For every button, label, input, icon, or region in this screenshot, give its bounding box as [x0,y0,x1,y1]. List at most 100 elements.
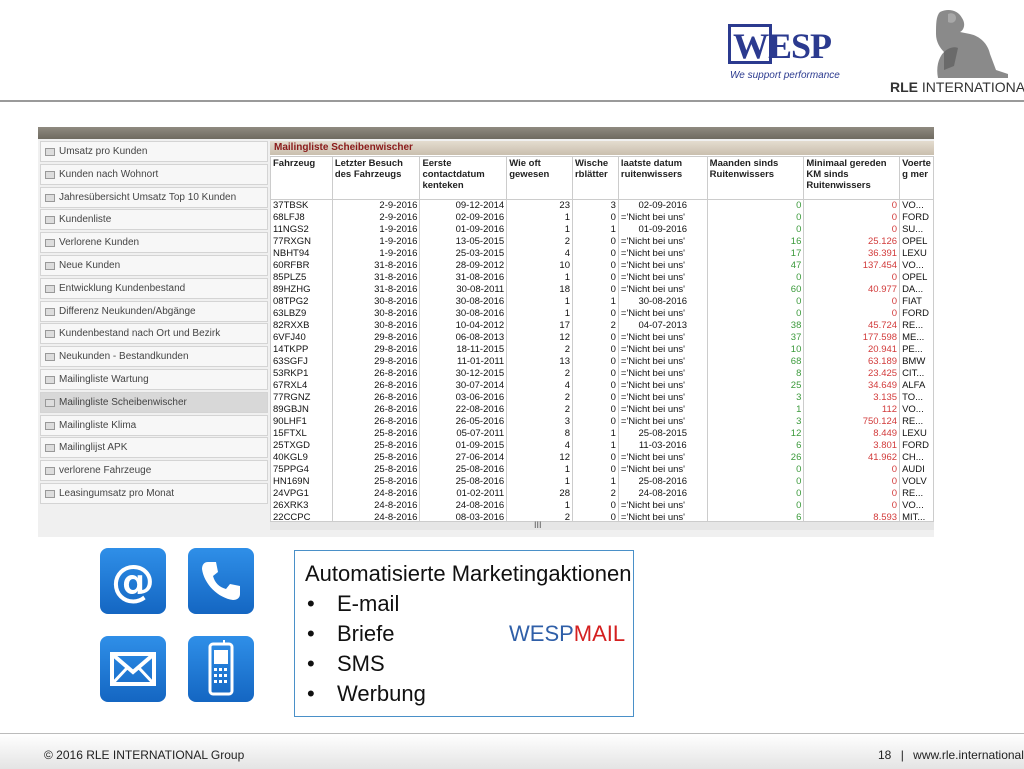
table-cell: 15FTXL [270,428,333,440]
sidebar-item[interactable]: Entwicklung Kundenbestand [40,277,268,299]
report-icon [45,490,55,498]
table-cell: 31-8-2016 [331,260,421,272]
table-row[interactable]: 68LFJ8 2-9-2016 02-09-2016 1 0 ='Nicht bei un… [270,212,934,224]
table-row[interactable]: NBHT94 1-9-2016 25-03-2015 4 0 ='Nicht bei un… [270,248,934,260]
table-cell: 09-12-2014 [419,199,508,212]
sidebar-item[interactable]: Verlorene Kunden [40,232,268,254]
table-row[interactable]: 90LHF1 26-8-2016 26-05-2016 3 0 ='Nicht bei u… [270,416,934,428]
table-cell: ALFA [899,380,934,392]
column-header[interactable]: Wie oft gewesen [506,156,573,200]
sidebar-item[interactable]: Mailingliste Klima [40,414,268,436]
scroll-grip-icon[interactable]: III [534,520,542,530]
table-cell: 25-03-2015 [419,248,508,260]
footer-website-link[interactable]: www.rle.international [913,748,1024,762]
table-row[interactable]: 63SGFJ 29-8-2016 11-01-2011 13 0 ='Nicht bei … [270,356,934,368]
table-row[interactable]: 25TXGD 25-8-2016 01-09-2015 4 1 11-03-2016 6 3.… [270,440,934,452]
column-header[interactable]: Maanden sinds Ruitenwissers [706,156,805,200]
table-cell: 23 [506,199,573,212]
table-row[interactable]: 82RXXB 30-8-2016 10-04-2012 17 2 04-07-2013 38… [270,320,934,332]
table-cell: 27-06-2014 [419,452,508,464]
table-cell: ='Nicht bei uns' [617,344,708,356]
table-cell: 26-8-2016 [331,380,421,392]
report-icon [45,353,55,362]
table-cell: 1 [506,224,573,236]
column-header[interactable]: Wische rblätter [571,156,619,200]
table-cell: 26-8-2016 [331,368,421,380]
sidebar-item[interactable]: Kundenliste [40,209,268,231]
wespmail-label: WESPMAIL [509,621,626,646]
table-cell: 40KGL9 [270,452,333,464]
table-cell: 750.124 [803,416,901,428]
report-panel: Mailingliste Scheibenwischer Fahrzeug Let… [270,141,934,524]
table-cell: 17 [506,320,573,332]
table-row[interactable]: 40KGL9 25-8-2016 27-06-2014 12 0 ='Nicht bei … [270,452,934,464]
table-cell: 16 [706,236,805,248]
table-cell: 04-07-2013 [617,320,708,332]
table-row[interactable]: HN169N 25-8-2016 25-08-2016 1 1 25-08-2016 0 0 V… [270,476,934,488]
table-row[interactable]: 75PPG4 25-8-2016 25-08-2016 1 0 ='Nicht bei u… [270,464,934,476]
table-cell: 3 [571,199,619,212]
table-cell: 0 [803,464,901,476]
table-row[interactable]: 37TBSK 2-9-2016 09-12-2014 23 3 02-09-2016 0 0 V… [270,199,934,212]
table-row[interactable]: 77RXGN 1-9-2016 13-05-2015 2 0 ='Nicht bei un… [270,236,934,248]
column-header[interactable]: Fahrzeug [270,156,333,200]
report-title: Mailingliste Scheibenwischer [270,141,934,155]
table-cell: 1 [506,476,573,488]
sidebar-item[interactable]: Umsatz pro Kunden [40,141,268,162]
sidebar-item[interactable]: Neukunden - Bestandkunden [40,346,268,368]
sidebar-item[interactable]: Mailingliste Scheibenwischer [40,391,268,413]
table-cell: 23.425 [803,368,901,380]
report-icon [45,193,55,202]
column-header[interactable]: Letzter Besuch des Fahrzeugs [331,156,421,200]
table-row[interactable]: 08TPG2 30-8-2016 30-08-2016 1 1 30-08-2016 0 0 F… [270,296,934,308]
table-row[interactable]: 63LBZ9 30-8-2016 30-08-2016 1 0 ='Nicht bei u… [270,308,934,320]
horizontal-scrollbar[interactable]: III [270,520,934,530]
table-row[interactable]: 6VFJ40 29-8-2016 06-08-2013 12 0 ='Nicht bei … [270,332,934,344]
table-row[interactable]: 15FTXL 25-8-2016 05-07-2011 8 1 25-08-2015 12 8… [270,428,934,440]
table-cell: 0 [706,308,805,320]
table-row[interactable]: 60RFBR 31-8-2016 28-09-2012 10 0 ='Nicht bei … [270,260,934,272]
table-cell: LEXU [899,248,934,260]
sidebar-item[interactable]: Jahresübersicht Umsatz Top 10 Kunden [40,186,268,208]
table-cell: 25 [706,380,805,392]
column-header[interactable]: Eerste contactdatum kenteken [419,156,508,200]
column-header[interactable]: Voerte g mer [899,156,934,200]
sidebar-item[interactable]: Differenz Neukunden/Abgänge [40,300,268,322]
table-row[interactable]: 67RXL4 26-8-2016 30-07-2014 4 0 ='Nicht bei u… [270,380,934,392]
table-row[interactable]: 14TKPP 29-8-2016 18-11-2015 2 0 ='Nicht bei u… [270,344,934,356]
sidebar-item[interactable]: Leasingumsatz pro Monat [40,483,268,504]
sidebar-item[interactable]: Mailingliste Wartung [40,369,268,390]
channel-icons: @ [80,530,280,730]
table-cell: 3 [706,416,805,428]
table-row[interactable]: 11NGS2 1-9-2016 01-09-2016 1 1 01-09-2016 0 0 SU… [270,224,934,236]
table-cell: 3.135 [803,392,901,404]
table-cell: 31-08-2016 [419,272,508,284]
table-row[interactable]: 89GBJN 26-8-2016 22-08-2016 2 0 ='Nicht bei u… [270,404,934,416]
table-row[interactable]: 85PLZ5 31-8-2016 31-08-2016 1 0 ='Nicht bei u… [270,272,934,284]
table-cell: 0 [571,272,619,284]
table-row[interactable]: 53RKP1 26-8-2016 30-12-2015 2 0 ='Nicht bei u… [270,368,934,380]
table-cell: 14TKPP [270,344,333,356]
table-cell: 29-8-2016 [331,332,421,344]
table-row[interactable]: 26XRK3 24-8-2016 24-08-2016 1 0 ='Nicht bei u… [270,500,934,512]
sidebar-item[interactable]: verlorene Fahrzeuge [40,460,268,482]
sidebar-item[interactable]: Kundenbestand nach Ort und Bezirk [40,323,268,345]
table-cell: TO... [899,392,934,404]
table-body: 37TBSK 2-9-2016 09-12-2014 23 3 02-09-2016 0 0 V… [270,199,934,524]
report-table: Fahrzeug Letzter Besuch des Fahrzeugs Eers… [270,156,934,524]
sidebar-item[interactable]: Neue Kunden [40,255,268,276]
table-cell: 8 [506,428,573,440]
report-icon [45,148,55,156]
table-cell: FORD [899,212,934,224]
column-header[interactable]: Minimaal gereden KM sinds Ruitenwissers [803,156,901,200]
table-row[interactable]: 77RGNZ 26-8-2016 03-06-2016 2 0 ='Nicht bei u… [270,392,934,404]
sidebar-item[interactable]: Kunden nach Wohnort [40,163,268,185]
table-cell: 30-08-2011 [419,284,508,296]
table-row[interactable]: 24VPG1 24-8-2016 01-02-2011 28 2 24-08-2016 0 0… [270,488,934,500]
column-header[interactable]: laatste datum ruitenwissers [617,156,708,200]
table-cell: 0 [803,476,901,488]
table-cell: 20.941 [803,344,901,356]
table-row[interactable]: 89HZHG 31-8-2016 30-08-2011 18 0 ='Nicht bei … [270,284,934,296]
table-cell: VOLV [899,476,934,488]
sidebar-item[interactable]: Mailinglijst APK [40,437,268,459]
